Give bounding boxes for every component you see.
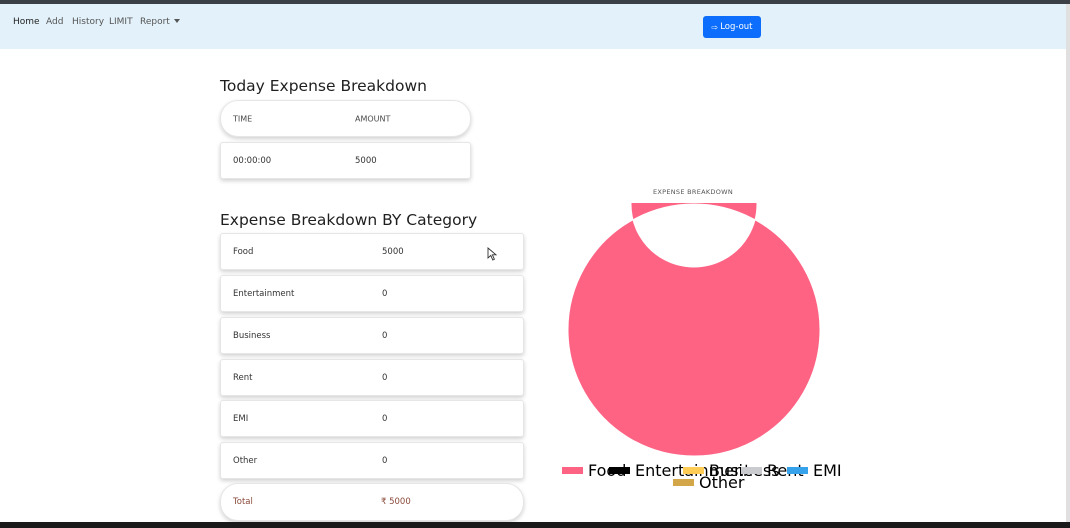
category-row-other: Other 0	[220, 442, 524, 479]
category-amount: 0	[382, 372, 388, 383]
legend-label: Other	[699, 473, 745, 492]
today-table-header: TIME AMOUNT	[220, 100, 471, 137]
category-total-row: Total ₹ 5000	[220, 483, 524, 521]
logout-button[interactable]: ⇨ Log-out	[703, 16, 761, 38]
logout-icon: ⇨	[711, 22, 719, 32]
header-amount: AMOUNT	[355, 114, 391, 123]
today-table-row: 00:00:00 5000	[220, 142, 471, 179]
today-section-title: Today Expense Breakdown	[220, 77, 427, 95]
category-row-food: Food 5000	[220, 233, 524, 270]
category-section-title: Expense Breakdown BY Category	[220, 211, 478, 229]
row-amount: 5000	[355, 155, 377, 166]
chart-title: EXPENSE BREAKDOWN	[652, 188, 734, 196]
legend-swatch	[609, 467, 630, 474]
legend-item-other[interactable]: Other	[673, 473, 744, 492]
mouse-cursor-icon	[487, 247, 498, 261]
legend-swatch	[787, 467, 808, 474]
chevron-down-icon	[173, 19, 180, 23]
category-row-business: Business 0	[220, 317, 524, 354]
navbar: Home Add History LIMIT Report ⇨ Log-out	[0, 4, 1066, 49]
category-name: Food	[233, 246, 254, 257]
scrollbar[interactable]	[1066, 4, 1070, 522]
total-value: ₹ 5000	[381, 497, 411, 507]
legend-label: EMI	[813, 461, 842, 480]
category-amount: 0	[382, 288, 388, 299]
nav-home[interactable]: Home	[13, 17, 40, 27]
legend-item-emi[interactable]: EMI	[787, 461, 842, 480]
legend-swatch	[673, 479, 694, 486]
nav-history[interactable]: History	[72, 17, 104, 27]
category-row-rent: Rent 0	[220, 359, 524, 396]
header-time: TIME	[233, 114, 253, 123]
nav-add[interactable]: Add	[46, 17, 63, 27]
nav-limit[interactable]: LIMIT	[109, 17, 133, 27]
row-time: 00:00:00	[233, 155, 272, 166]
nav-report-label: Report	[140, 17, 170, 27]
category-amount: 0	[382, 330, 388, 341]
category-name: Business	[233, 330, 271, 341]
category-name: Other	[233, 455, 258, 466]
expense-donut-chart[interactable]	[567, 203, 821, 457]
category-row-emi: EMI 0	[220, 400, 524, 437]
total-label: Total	[233, 497, 253, 507]
category-row-entertainment: Entertainment 0	[220, 275, 524, 312]
category-name: Rent	[233, 372, 253, 383]
legend-swatch	[562, 467, 583, 474]
category-amount: 0	[382, 413, 388, 424]
logout-label: Log-out	[720, 22, 753, 32]
category-name: EMI	[233, 413, 249, 424]
window-bottom-edge	[0, 522, 1070, 528]
category-amount: 5000	[382, 246, 404, 257]
category-amount: 0	[382, 455, 388, 466]
category-name: Entertainment	[233, 288, 295, 299]
nav-report-dropdown[interactable]: Report	[140, 17, 180, 27]
